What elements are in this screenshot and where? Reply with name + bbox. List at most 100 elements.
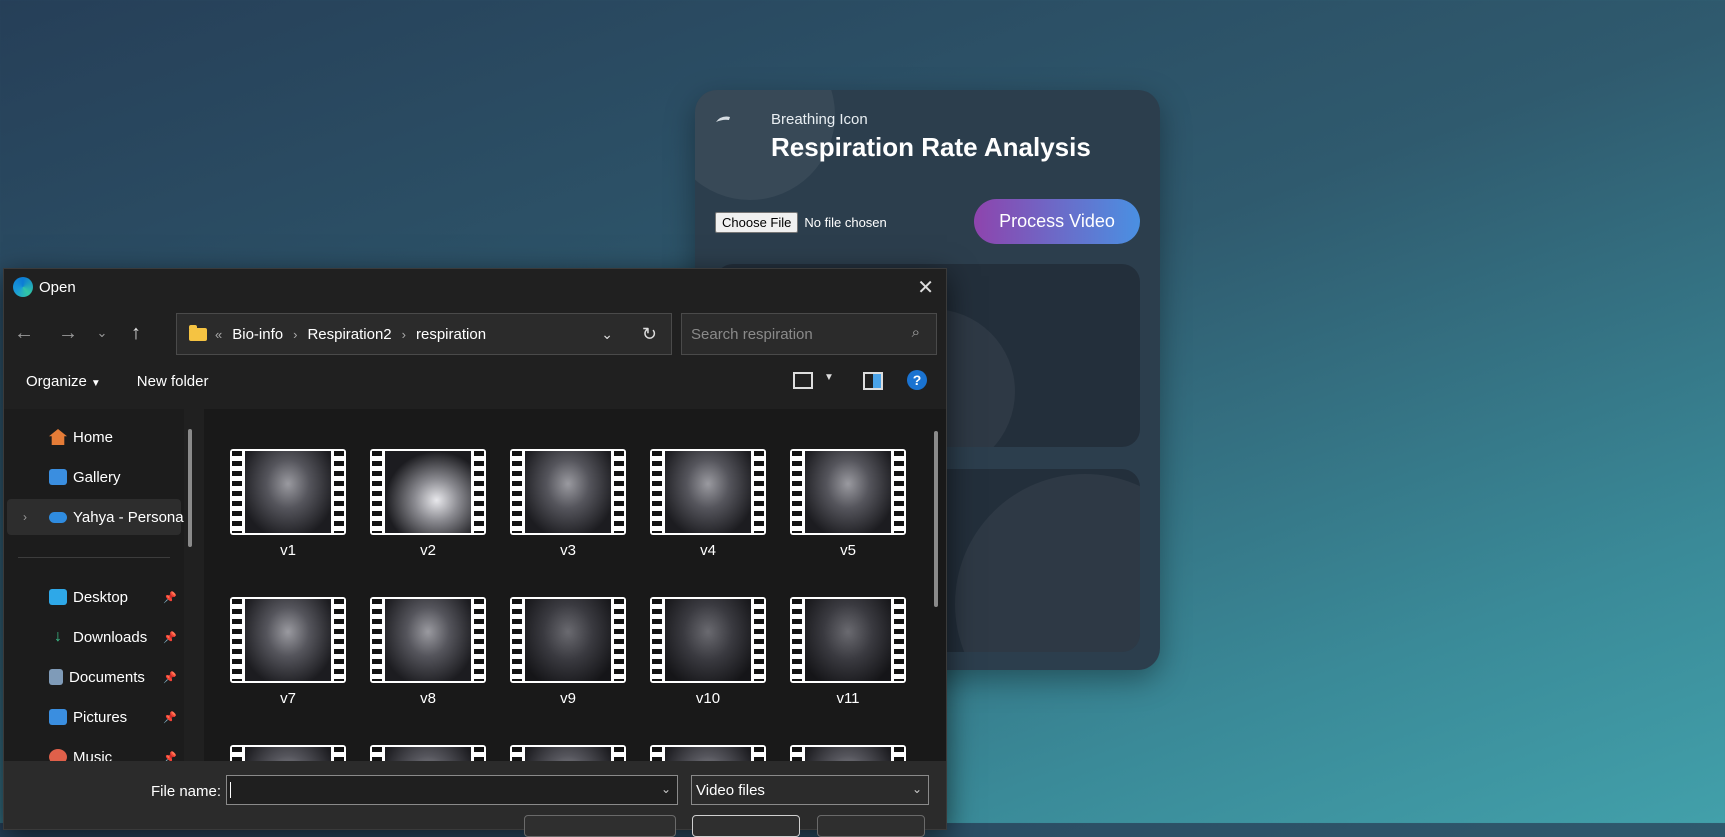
sidebar-label: Downloads <box>73 628 148 646</box>
file-item-v7[interactable]: v7 <box>230 597 346 707</box>
refresh-icon[interactable]: ↻ <box>642 324 657 345</box>
file-item-v4[interactable]: v4 <box>650 449 766 559</box>
file-item-v1[interactable]: v1 <box>230 449 346 559</box>
video-thumbnail <box>790 745 906 761</box>
home-icon <box>49 429 67 445</box>
back-arrow-icon[interactable]: ← <box>4 322 44 345</box>
video-thumbnail <box>230 745 346 761</box>
sidebar-label: Music <box>73 748 113 762</box>
breadcrumb-overflow[interactable]: « <box>215 327 222 342</box>
file-type-select[interactable]: Video files ⌄ <box>691 775 929 805</box>
page-title: Respiration Rate Analysis <box>771 132 1091 162</box>
address-bar[interactable]: « Bio-info › Respiration2 › respiration … <box>176 313 672 355</box>
pin-icon: 📌 <box>163 671 177 684</box>
breadcrumb-item-respiration[interactable]: respiration <box>416 326 486 343</box>
sidebar-item-documents[interactable]: Documents 📌 <box>7 659 181 695</box>
file-item-v11[interactable]: v11 <box>790 597 906 707</box>
file-input[interactable]: Choose File No file chosen <box>715 212 887 233</box>
file-item-partial[interactable] <box>650 745 766 761</box>
view-mode-icon[interactable] <box>793 372 813 389</box>
logo-alt-text: Breathing Icon <box>771 111 868 128</box>
search-box[interactable]: Search respiration ⌕ <box>681 313 937 355</box>
file-item-partial[interactable] <box>230 745 346 761</box>
file-list: v1 v2 v3 v4 v5 v7 v8 v9 v10 v11 <box>204 409 946 761</box>
file-item-v3[interactable]: v3 <box>510 449 626 559</box>
file-status-text: No file chosen <box>804 215 887 230</box>
chevron-right-icon: › <box>401 326 406 342</box>
close-icon[interactable]: ✕ <box>917 275 934 300</box>
file-name-label: v4 <box>700 542 716 559</box>
sidebar-label: Home <box>73 428 114 446</box>
address-history-chevron-icon[interactable]: ⌄ <box>601 326 613 343</box>
pictures-icon <box>49 709 67 725</box>
caret-down-icon: ▼ <box>90 377 101 389</box>
breadcrumb-item-respiration2[interactable]: Respiration2 <box>307 326 391 343</box>
file-name-label: v1 <box>280 542 296 559</box>
file-item-v10[interactable]: v10 <box>650 597 766 707</box>
navigation-bar: ← → ⌄ ↑ « Bio-info › Respiration2 › resp… <box>4 305 946 361</box>
sidebar-item-pictures[interactable]: Pictures 📌 <box>7 699 181 735</box>
pin-icon: 📌 <box>163 711 177 724</box>
sidebar-item-desktop[interactable]: Desktop 📌 <box>7 579 181 615</box>
command-bar: Organize ▼ New folder ▼ ? <box>4 361 946 401</box>
choose-file-button[interactable]: Choose File <box>715 212 799 233</box>
file-item-v5[interactable]: v5 <box>790 449 906 559</box>
pin-icon: 📌 <box>163 751 177 762</box>
file-name-label: v2 <box>420 542 436 559</box>
forward-arrow-icon[interactable]: → <box>48 322 88 345</box>
organize-label: Organize <box>26 372 87 390</box>
process-video-button[interactable]: Process Video <box>974 199 1140 244</box>
recent-locations-chevron-icon[interactable]: ⌄ <box>88 325 116 341</box>
sidebar-label: Gallery <box>73 468 121 486</box>
file-item-partial[interactable] <box>370 745 486 761</box>
file-item-partial[interactable] <box>790 745 906 761</box>
up-arrow-icon[interactable]: ↑ <box>116 322 156 345</box>
pin-icon: 📌 <box>163 631 177 644</box>
sidebar-item-downloads[interactable]: ↓ Downloads 📌 <box>7 619 181 655</box>
file-name-label: v9 <box>560 690 576 707</box>
sidebar-item-music[interactable]: Music 📌 <box>7 739 181 761</box>
file-name-label: File name: <box>151 783 222 800</box>
sidebar-item-gallery[interactable]: Gallery <box>7 459 181 495</box>
sidebar-label: Desktop <box>73 588 129 606</box>
dialog-title: Open <box>39 278 76 296</box>
chevron-right-icon[interactable]: › <box>23 510 27 524</box>
video-thumbnail <box>230 449 346 535</box>
video-thumbnail <box>510 449 626 535</box>
file-item-v2[interactable]: v2 <box>370 449 486 559</box>
new-folder-button[interactable]: New folder <box>137 373 209 390</box>
video-thumbnail <box>230 597 346 683</box>
file-list-scrollbar[interactable] <box>934 431 938 607</box>
video-thumbnail <box>650 449 766 535</box>
sidebar-label: Yahya - Personal <box>73 508 184 526</box>
preview-pane-icon[interactable] <box>863 372 883 390</box>
search-icon[interactable]: ⌕ <box>912 324 920 341</box>
file-item-v9[interactable]: v9 <box>510 597 626 707</box>
view-options-caret-icon[interactable]: ▼ <box>824 372 834 383</box>
breadcrumb-item-bio-info[interactable]: Bio-info <box>232 326 283 343</box>
video-thumbnail <box>790 597 906 683</box>
dialog-body: Home Gallery › Yahya - Personal Desktop … <box>4 409 946 761</box>
chevron-down-icon[interactable]: ⌄ <box>661 782 671 796</box>
chevron-down-icon: ⌄ <box>911 782 922 796</box>
video-thumbnail <box>650 597 766 683</box>
video-thumbnail <box>370 449 486 535</box>
organize-button[interactable]: Organize ▼ <box>26 373 101 390</box>
search-input[interactable]: Search respiration <box>691 326 813 343</box>
music-icon <box>49 749 67 761</box>
sidebar-item-onedrive[interactable]: › Yahya - Personal <box>7 499 184 535</box>
video-thumbnail <box>510 745 626 761</box>
cancel-button[interactable] <box>817 815 925 837</box>
file-item-partial[interactable] <box>510 745 626 761</box>
open-button[interactable] <box>692 815 800 837</box>
sidebar-scrollbar[interactable] <box>188 429 192 547</box>
upload-from-mobile-button[interactable] <box>524 815 676 837</box>
file-item-v8[interactable]: v8 <box>370 597 486 707</box>
gallery-icon <box>49 469 67 485</box>
sidebar-item-home[interactable]: Home <box>7 419 181 455</box>
sidebar-divider <box>18 557 170 558</box>
help-icon[interactable]: ? <box>907 370 927 390</box>
file-name-label: v10 <box>695 690 721 707</box>
file-name-input[interactable]: ⌄ <box>226 775 678 805</box>
sidebar-label: Pictures <box>73 708 128 726</box>
